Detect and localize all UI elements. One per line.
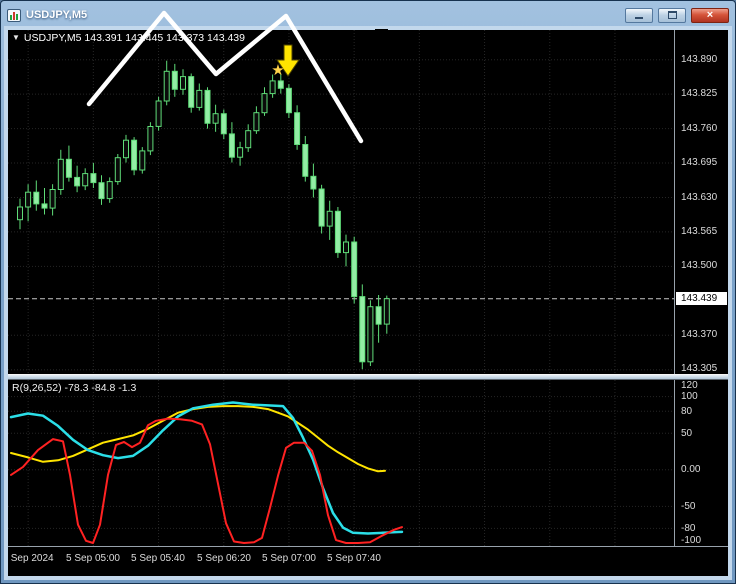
time-label: 5 Sep 07:00 [262,553,316,564]
candle-body [180,76,186,90]
candle-body [123,139,129,159]
candle-body [17,206,23,221]
price-label: 143.825 [681,88,718,99]
candle-body [155,100,162,127]
candle-body [171,70,178,90]
candle-body [375,306,382,325]
candle-body [188,76,195,108]
price-label: 143.565 [681,226,718,237]
time-label: 5 Sep 06:20 [197,553,251,564]
candle-body [359,296,366,363]
time-label: 5 Sep 05:40 [131,553,185,564]
candle-body [139,150,146,171]
indicator-panel[interactable]: R(9,26,52) -78.3 -84.8 -1.3 [8,380,674,546]
main-chart-area[interactable]: ▼ USDJPY,M5 143.391 143.445 143.373 143.4… [8,30,674,374]
candle-body [383,298,390,325]
main-chart-svg[interactable] [8,30,674,374]
candle-body [204,89,211,124]
candle-body [82,173,89,187]
candle-body [131,139,138,171]
candle-body [285,87,292,114]
candle-body [220,113,227,135]
candle-body [351,241,358,298]
indicator-axis-label: 80 [681,406,693,417]
indicator-axis-label: 50 [681,428,693,439]
candle-body [334,210,341,254]
candle-body [49,189,56,209]
window-title: USDJPY,M5 [26,9,88,21]
price-label: 143.890 [681,54,718,65]
indicator-axis-label: 0.00 [681,464,701,475]
indicator-line-cyan [9,401,404,535]
candle-body [25,191,32,208]
candle-body [33,191,40,205]
candle-body [212,113,219,124]
candle-body [41,203,48,209]
candle-body [367,306,374,363]
candle-body [277,80,284,89]
time-axis[interactable]: 5 Sep 2024 5 Sep 05:00 5 Sep 05:40 5 Sep… [8,546,728,576]
candle-body [343,241,349,254]
minimize-icon [635,16,643,19]
time-label: 5 Sep 07:40 [327,553,381,564]
symbol-ohlc-label: ▼ USDJPY,M5 143.391 143.445 143.373 143.4… [12,32,245,44]
restore-icon [667,11,677,19]
minimize-button[interactable] [625,7,653,23]
titlebar[interactable]: USDJPY,M5 × [4,4,732,26]
price-label: 143.630 [681,192,718,203]
ohlc-text: USDJPY,M5 143.391 143.445 143.373 143.43… [23,32,245,44]
candle-body [269,80,276,95]
candle-body [65,158,72,178]
candle-body [302,144,309,177]
chart-client-area: ▼ USDJPY,M5 143.391 143.445 143.373 143.4… [4,26,732,580]
price-label: 143.370 [681,329,718,340]
indicator-axis-label: -100 [681,535,702,546]
indicator-axis-label: 100 [681,391,698,402]
candle-body [253,112,260,132]
candle-body [310,175,317,190]
candle-body [74,176,81,187]
candle-body [261,93,268,114]
indicator-axis-label: -80 [681,523,696,534]
candle-body [228,133,235,158]
price-label: 143.760 [681,123,718,134]
candle-body [326,210,333,227]
restore-button[interactable] [658,7,686,23]
price-label: 143.500 [681,260,718,271]
indicator-label: R(9,26,52) -78.3 -84.8 -1.3 [12,382,137,394]
chart-window: USDJPY,M5 × ▼ USDJPY,M5 143.391 143.445 1… [0,0,736,584]
price-label: 143.305 [681,363,718,374]
candle-body [147,126,154,152]
indicator-axis-label: -50 [681,501,696,512]
terminal: ▼ USDJPY,M5 143.391 143.445 143.373 143.4… [8,30,728,576]
candle-body [57,158,64,191]
indicator-axis-label: 120 [681,380,698,391]
time-label: 5 Sep 2024 [8,553,54,564]
close-button[interactable]: × [691,7,729,23]
candle-body [318,188,325,227]
candle-body [114,157,121,183]
candle-body [106,181,113,200]
candle-body [294,112,301,145]
candle-body [98,182,105,200]
price-axis[interactable]: 143.890 143.825 143.760 143.695 143.630 … [674,30,728,374]
candle-body [196,89,203,108]
time-label: 5 Sep 05:00 [66,553,120,564]
indicator-axis[interactable]: 120 100 80 50 0.00 -50 -80 -100 [674,380,728,546]
candle-body [90,173,97,184]
price-label: 143.695 [681,157,718,168]
candle-body [163,70,170,102]
bid-price-tag: 143.439 [676,292,727,305]
chart-menu-arrow-icon[interactable]: ▼ [12,33,20,42]
indicator-svg[interactable] [8,380,674,546]
candle-body [245,130,252,149]
chart-app-icon [7,8,21,22]
candle-body [237,147,244,158]
